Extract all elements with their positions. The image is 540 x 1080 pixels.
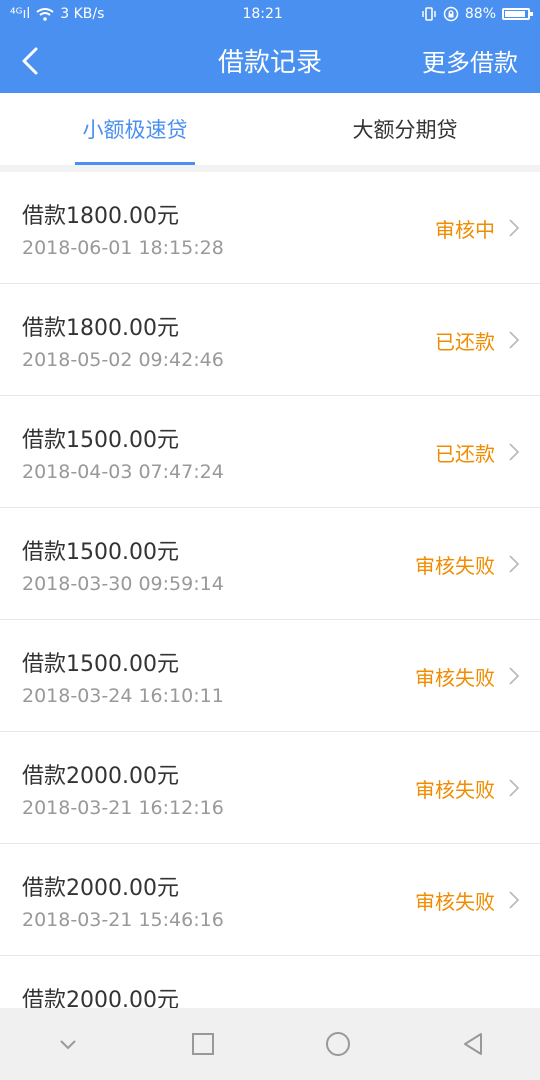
tab-large-loan[interactable]: 大额分期贷	[270, 93, 540, 165]
network-speed: 3 KB/s	[60, 6, 105, 22]
back-triangle-icon[interactable]	[460, 1031, 486, 1057]
chevron-down-icon[interactable]	[55, 1031, 81, 1057]
chevron-right-icon	[509, 667, 520, 685]
loan-status: 已还款	[435, 442, 495, 466]
list-item[interactable]: 借款2000.00元	[0, 956, 540, 1008]
loan-record-list: 借款1800.00元 2018-06-01 18:15:28 审核中 借款180…	[0, 172, 540, 1008]
chevron-right-icon	[509, 219, 520, 237]
loan-status: 审核失败	[415, 890, 495, 914]
loan-amount: 借款2000.00元	[22, 988, 179, 1008]
list-item[interactable]: 借款1500.00元 2018-03-30 09:59:14 审核失败	[0, 508, 540, 620]
loan-amount: 借款2000.00元	[22, 764, 179, 789]
wifi-icon	[36, 8, 54, 21]
loan-amount: 借款1500.00元	[22, 428, 179, 453]
loan-status: 审核失败	[415, 778, 495, 802]
clock: 18:21	[242, 6, 283, 22]
more-loans-button[interactable]: 更多借款	[422, 43, 540, 78]
loan-amount: 借款1500.00元	[22, 540, 179, 565]
signal-icon: ⁴ᴳıl	[10, 6, 31, 22]
loan-time: 2018-03-24 16:10:11	[22, 685, 224, 707]
list-item[interactable]: 借款2000.00元 2018-03-21 15:46:16 审核失败	[0, 844, 540, 956]
loan-time: 2018-04-03 07:47:24	[22, 461, 224, 483]
list-item[interactable]: 借款1500.00元 2018-04-03 07:47:24 已还款	[0, 396, 540, 508]
recents-square-icon[interactable]	[190, 1031, 216, 1057]
chevron-right-icon	[509, 779, 520, 797]
tab-bar: 小额极速贷 大额分期贷	[0, 93, 540, 165]
loan-amount: 借款1800.00元	[22, 204, 179, 229]
chevron-right-icon	[509, 555, 520, 573]
battery-percent: 88%	[464, 6, 496, 22]
loan-time: 2018-03-30 09:59:14	[22, 573, 224, 595]
loan-time: 2018-05-02 09:42:46	[22, 349, 224, 371]
lock-rotation-icon	[443, 6, 459, 22]
loan-status: 审核中	[435, 218, 495, 242]
battery-icon	[502, 8, 533, 20]
status-bar: ⁴ᴳıl 3 KB/s 18:21 88%	[0, 0, 540, 28]
loan-time: 2018-03-21 15:46:16	[22, 909, 224, 931]
list-item[interactable]: 借款1500.00元 2018-03-24 16:10:11 审核失败	[0, 620, 540, 732]
nav-bar: 借款记录 更多借款	[0, 28, 540, 93]
chevron-left-icon	[22, 47, 38, 74]
loan-amount: 借款1800.00元	[22, 316, 179, 341]
loan-time: 2018-06-01 18:15:28	[22, 237, 224, 259]
back-button[interactable]	[0, 28, 60, 93]
home-circle-icon[interactable]	[325, 1031, 351, 1057]
loan-time: 2018-03-21 16:12:16	[22, 797, 224, 819]
list-item[interactable]: 借款1800.00元 2018-06-01 18:15:28 审核中	[0, 172, 540, 284]
chevron-right-icon	[509, 443, 520, 461]
tab-small-loan[interactable]: 小额极速贷	[0, 93, 270, 165]
loan-amount: 借款2000.00元	[22, 876, 179, 901]
loan-status: 已还款	[435, 330, 495, 354]
chevron-right-icon	[509, 891, 520, 909]
loan-status: 审核失败	[415, 666, 495, 690]
system-nav-bar	[0, 1008, 540, 1080]
loan-amount: 借款1500.00元	[22, 652, 179, 677]
top-bar: ⁴ᴳıl 3 KB/s 18:21 88% 借款记录 更多借款	[0, 0, 540, 93]
chevron-right-icon	[509, 331, 520, 349]
list-item[interactable]: 借款1800.00元 2018-05-02 09:42:46 已还款	[0, 284, 540, 396]
loan-status: 审核失败	[415, 554, 495, 578]
vibrate-icon	[422, 7, 436, 21]
list-item[interactable]: 借款2000.00元 2018-03-21 16:12:16 审核失败	[0, 732, 540, 844]
